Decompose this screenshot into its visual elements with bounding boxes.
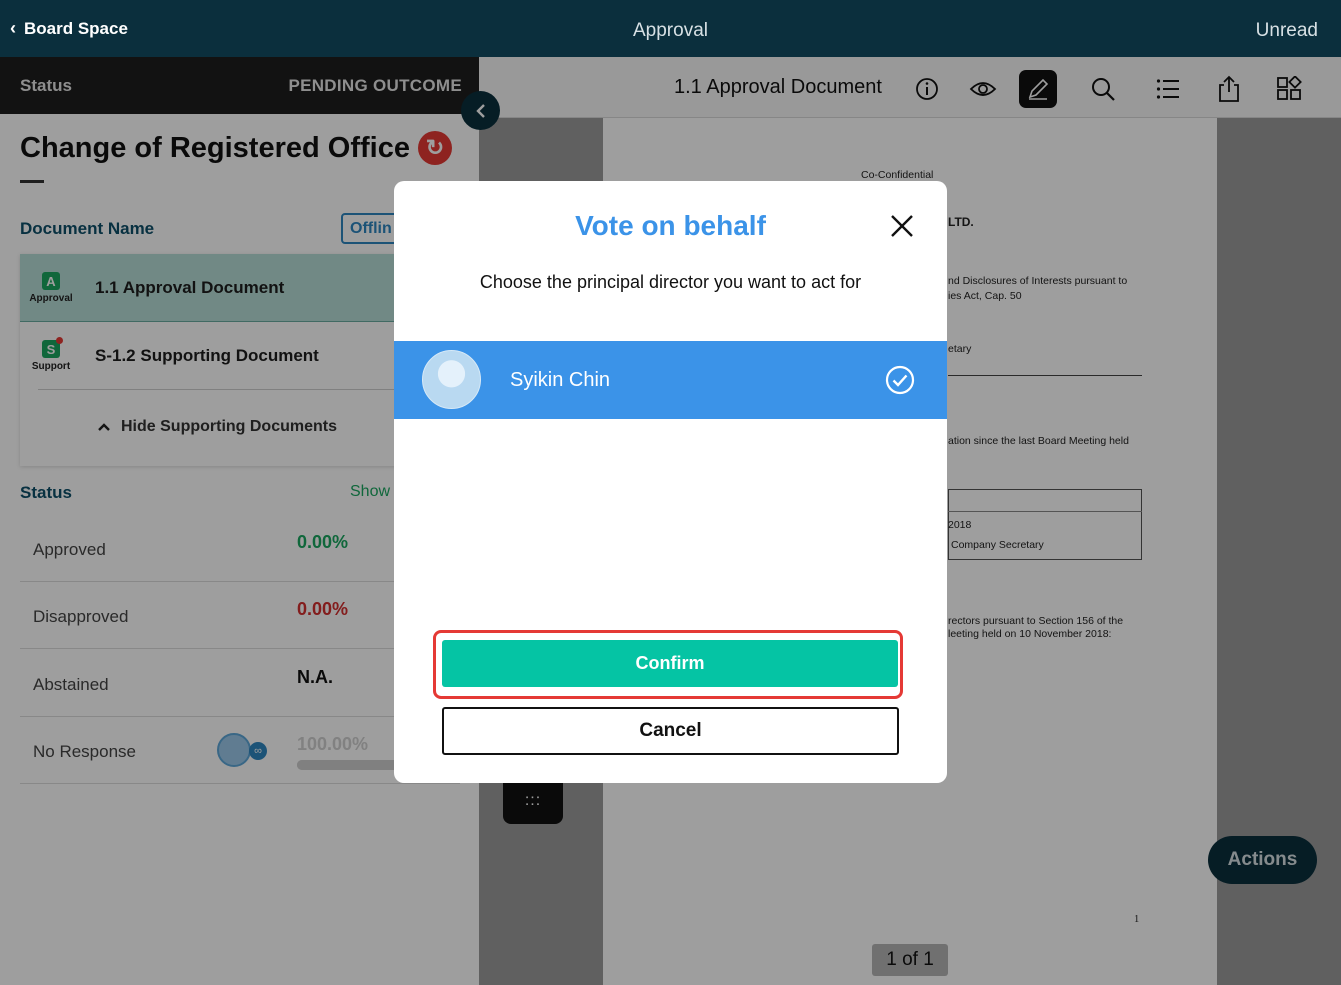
check-circle-icon [885, 365, 915, 395]
top-bar: ‹ Board Space Approval Unread [0, 0, 1341, 57]
cancel-button[interactable]: Cancel [442, 707, 899, 755]
unread-button[interactable]: Unread [1256, 20, 1318, 42]
vote-on-behalf-dialog: Vote on behalf Choose the principal dire… [394, 181, 947, 783]
dialog-subtitle: Choose the principal director you want t… [479, 272, 862, 292]
close-icon[interactable] [888, 212, 916, 240]
page-title-approval: Approval [633, 20, 708, 41]
director-name: Syikin Chin [510, 369, 611, 391]
avatar [422, 350, 481, 409]
confirm-button[interactable]: Confirm [442, 640, 898, 687]
dialog-title: Vote on behalf [575, 210, 766, 241]
director-option[interactable]: Syikin Chin [394, 341, 947, 419]
